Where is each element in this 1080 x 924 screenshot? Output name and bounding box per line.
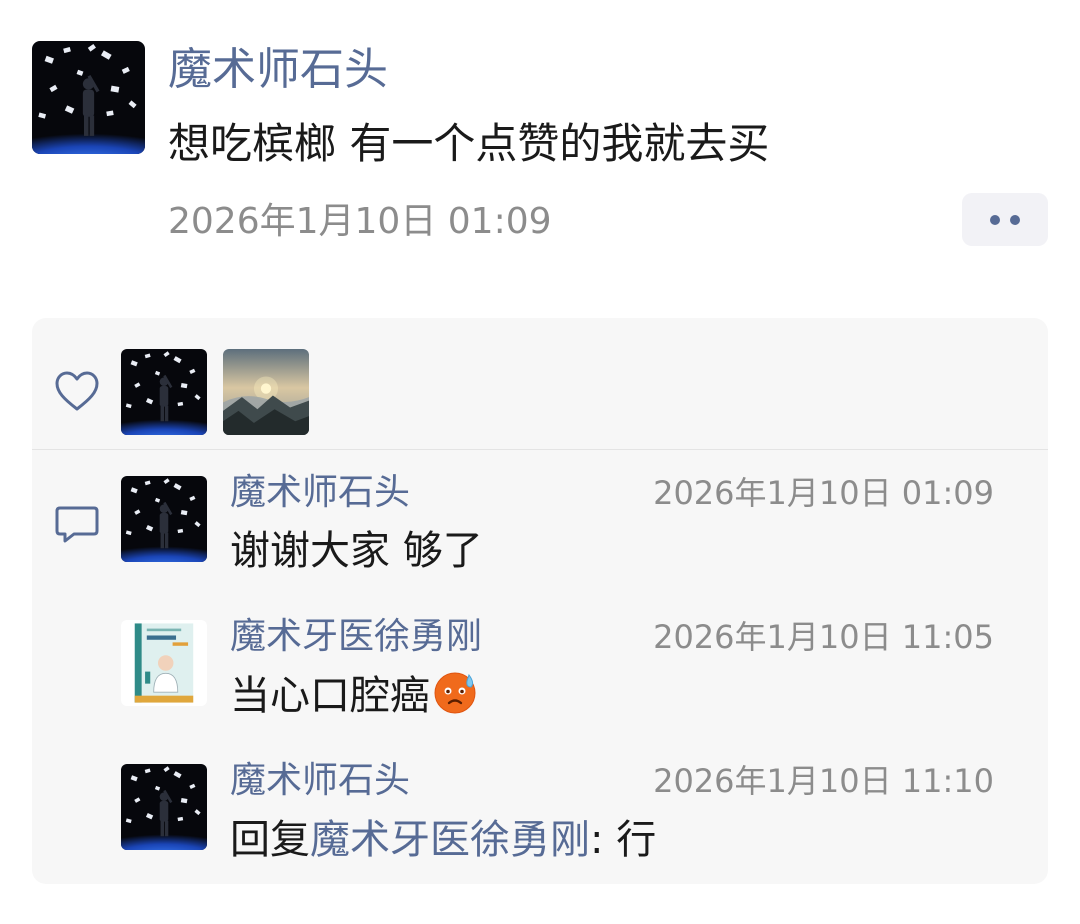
comment-text: 当心口腔癌 bbox=[230, 668, 478, 724]
like-avatar-magician[interactable] bbox=[121, 349, 207, 435]
comment-text: 谢谢大家 够了 bbox=[230, 528, 483, 574]
post-text: 想吃槟榔 有一个点赞的我就去买 bbox=[168, 119, 770, 168]
reply-prefix: 回复 bbox=[230, 817, 310, 863]
comment-timestamp: 2026年1月10日 11:05 bbox=[653, 618, 994, 656]
interaction-panel: 魔术师石头 2026年1月10日 01:09 谢谢大家 够了 魔术牙医徐勇刚 2… bbox=[32, 318, 1048, 884]
comment-text: 回复魔术牙医徐勇刚: 行 bbox=[230, 812, 656, 868]
magician-avatar-image bbox=[121, 476, 207, 562]
comment-timestamp: 2026年1月10日 11:10 bbox=[653, 762, 994, 800]
magician-avatar-image bbox=[121, 349, 207, 435]
comment-author-name[interactable]: 魔术师石头 bbox=[230, 758, 410, 804]
post-timestamp: 2026年1月10日 01:09 bbox=[168, 201, 552, 242]
comment-timestamp: 2026年1月10日 01:09 bbox=[653, 474, 994, 512]
comment-text-content: 当心口腔癌 bbox=[230, 673, 430, 719]
comment-text-content: 行 bbox=[616, 817, 657, 863]
more-dot-icon bbox=[990, 214, 1000, 225]
magician-avatar-image bbox=[32, 41, 145, 154]
magician-avatar-image bbox=[121, 764, 207, 850]
comment-author-name[interactable]: 魔术牙医徐勇刚 bbox=[230, 614, 482, 660]
book-cover-avatar-image bbox=[121, 620, 207, 706]
heart-icon bbox=[55, 371, 99, 411]
post-author-name[interactable]: 魔术师石头 bbox=[168, 42, 388, 98]
comment-icon bbox=[55, 506, 99, 543]
mountain-sunrise-avatar-image bbox=[223, 349, 309, 435]
comment-author-name[interactable]: 魔术师石头 bbox=[230, 470, 410, 516]
divider bbox=[32, 449, 1048, 450]
sweat-emoji-icon bbox=[434, 672, 476, 714]
author-avatar[interactable] bbox=[32, 41, 145, 154]
like-avatar-mountain[interactable] bbox=[223, 349, 309, 435]
comment-avatar[interactable] bbox=[121, 620, 207, 706]
more-options-button[interactable] bbox=[962, 193, 1048, 246]
reply-separator: : bbox=[590, 817, 617, 863]
comment-avatar[interactable] bbox=[121, 764, 207, 850]
reply-target-name[interactable]: 魔术牙医徐勇刚 bbox=[310, 817, 590, 863]
more-dot-icon bbox=[1010, 214, 1020, 225]
comment-avatar[interactable] bbox=[121, 476, 207, 562]
